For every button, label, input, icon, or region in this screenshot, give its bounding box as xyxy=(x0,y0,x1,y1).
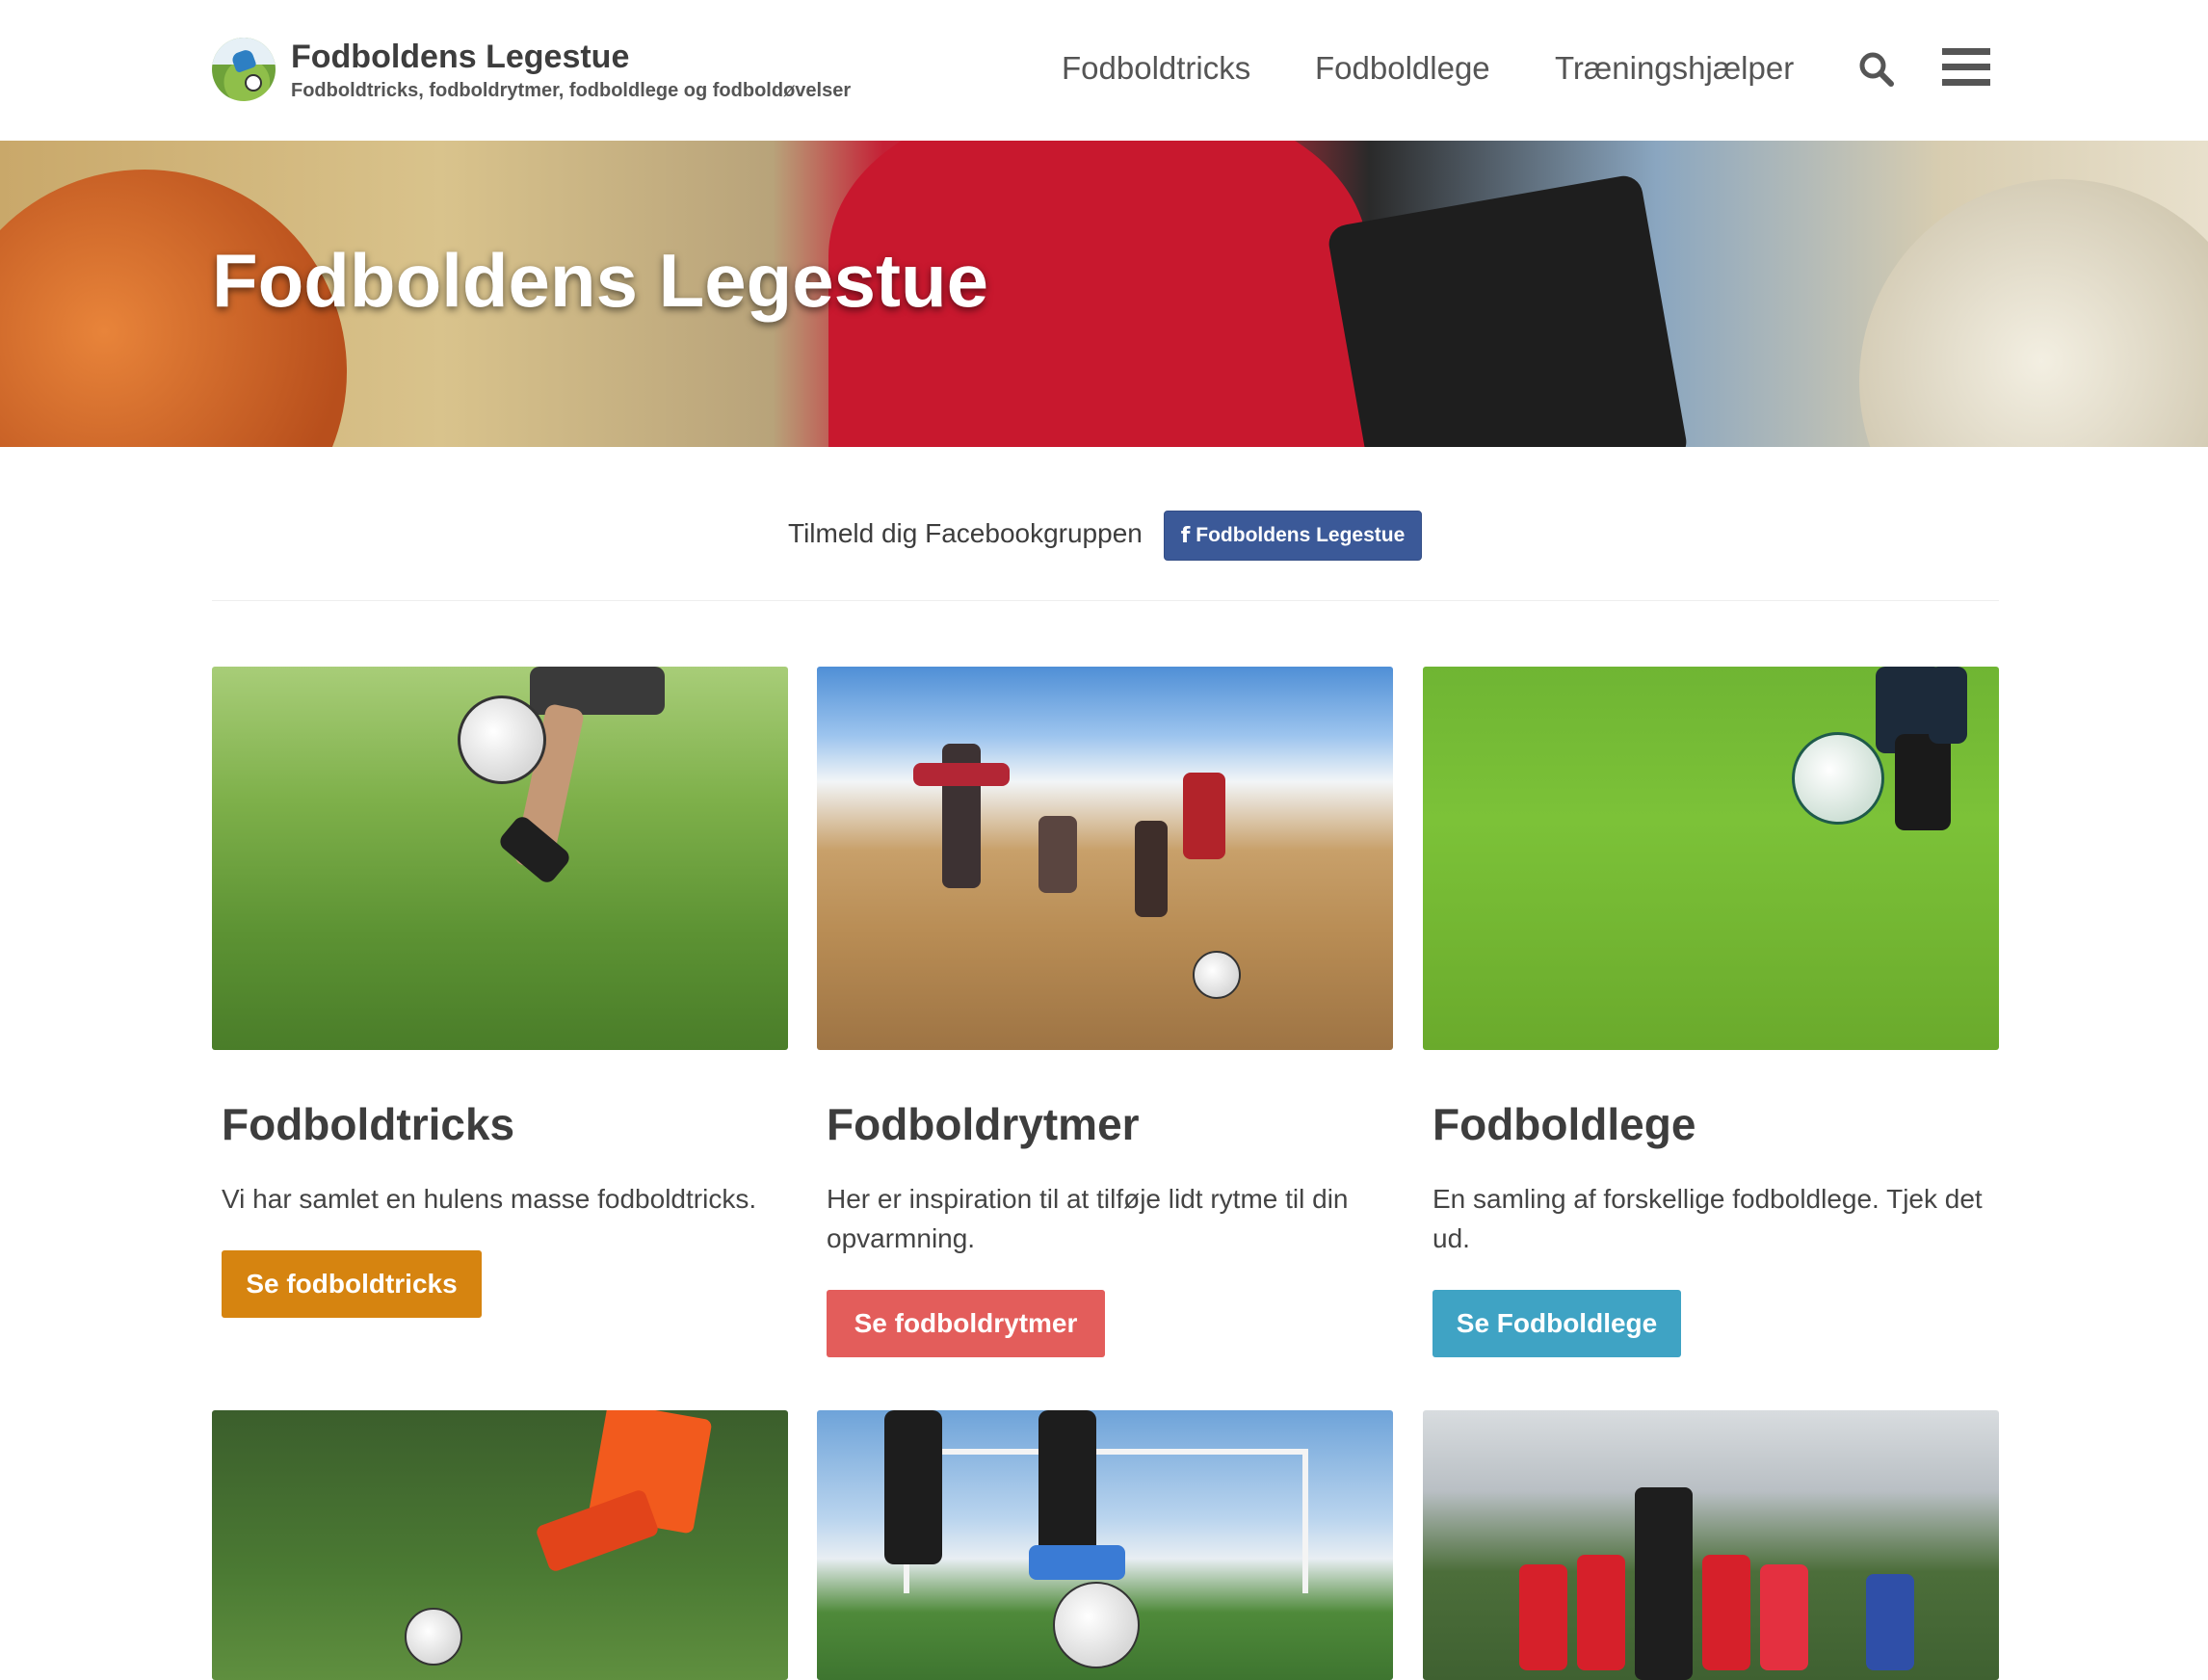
site-header: Fodboldens Legestue Fodboldtricks, fodbo… xyxy=(0,0,2208,141)
white-football-image xyxy=(1859,179,2208,447)
card-title-fodboldrytmer: Fodboldrytmer xyxy=(827,1099,1140,1149)
card-title-fodboldlege: Fodboldlege xyxy=(1433,1099,1696,1149)
facebook-icon: f xyxy=(1180,523,1191,548)
card-title-fodboldtricks: Fodboldtricks xyxy=(222,1099,515,1149)
nav-traeningshjaelper[interactable]: Træningshjælper xyxy=(1555,50,1794,87)
hamburger-menu-icon[interactable] xyxy=(1942,48,1990,91)
fodboldrytmer-image[interactable] xyxy=(817,667,1393,1050)
fodboldlege-image[interactable] xyxy=(1423,667,1999,1050)
search-icon[interactable] xyxy=(1857,50,1896,89)
nav-fodboldtricks[interactable]: Fodboldtricks xyxy=(1062,50,1250,87)
section-divider xyxy=(212,600,1999,601)
facebook-button-label: Fodboldens Legestue xyxy=(1196,524,1406,546)
fodboldtricks-image[interactable] xyxy=(212,667,788,1050)
football-goal-image[interactable] xyxy=(817,1410,1393,1680)
hero-banner: Fodboldens Legestue xyxy=(0,141,2208,447)
site-title[interactable]: Fodboldens Legestue xyxy=(291,37,851,77)
youth-team-image[interactable] xyxy=(1423,1410,1999,1680)
card-text-fodboldrytmer: Her er inspiration til at tilføje lidt r… xyxy=(827,1184,1349,1253)
facebook-group-button[interactable]: f Fodboldens Legestue xyxy=(1164,511,1422,561)
dark-garment-image xyxy=(1326,172,1690,447)
se-fodboldtricks-button[interactable]: Se fodboldtricks xyxy=(222,1250,482,1318)
card-text-fodboldlege: En samling af forskellige fodboldlege. T… xyxy=(1433,1184,1983,1253)
facebook-signup-text: Tilmeld dig Facebookgruppen xyxy=(788,518,1143,548)
se-fodboldrytmer-button[interactable]: Se fodboldrytmer xyxy=(827,1290,1105,1357)
nav-fodboldlege[interactable]: Fodboldlege xyxy=(1315,50,1490,87)
goalkeeper-image[interactable] xyxy=(212,1410,788,1680)
hero-title: Fodboldens Legestue xyxy=(212,238,989,323)
card-text-fodboldtricks: Vi har samlet en hulens masse fodboldtri… xyxy=(222,1184,757,1214)
site-brand[interactable]: Fodboldens Legestue Fodboldtricks, fodbo… xyxy=(212,37,851,102)
site-subtitle: Fodboldtricks, fodboldrytmer, fodboldleg… xyxy=(291,80,852,101)
site-logo[interactable] xyxy=(212,38,276,101)
se-fodboldlege-button[interactable]: Se Fodboldlege xyxy=(1433,1290,1681,1357)
